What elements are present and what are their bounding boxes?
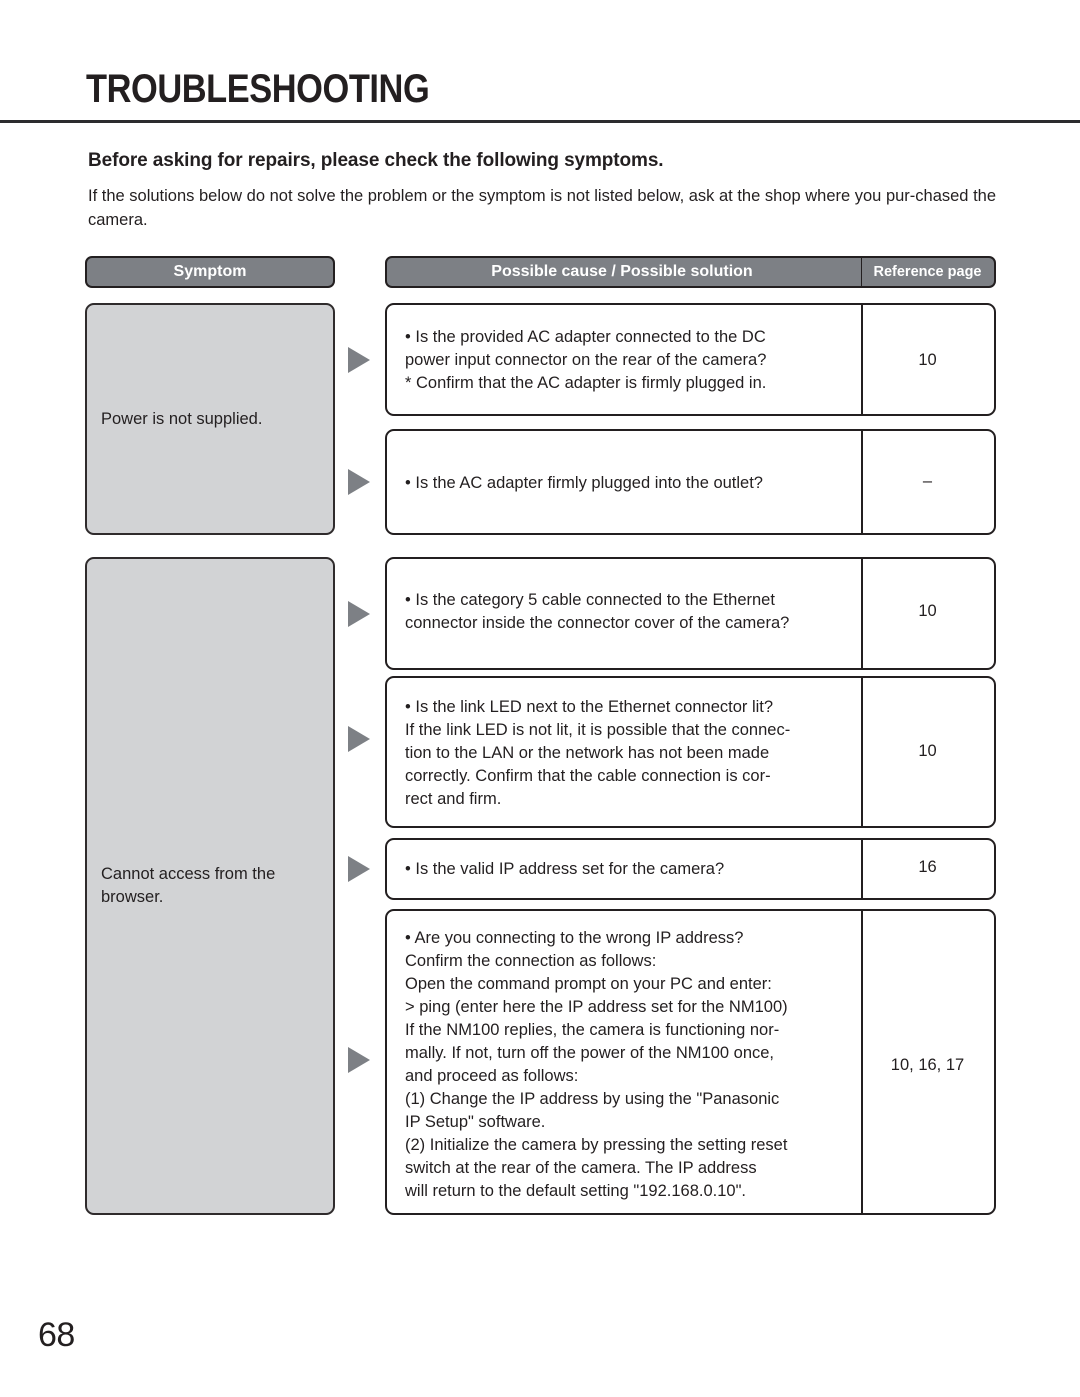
symptom-cell: Power is not supplied.	[85, 303, 335, 535]
table-row: • Is the category 5 cable connected to t…	[385, 557, 996, 670]
symptom-cell-label: Power is not supplied.	[101, 409, 263, 428]
troubleshooting-table: Symptom Possible cause / Possible soluti…	[0, 0, 1080, 1397]
table-header-cause-label: Possible cause / Possible solution	[491, 263, 753, 280]
reference-page: 10, 16, 17	[890, 1056, 965, 1074]
reference-page: 16	[918, 858, 937, 876]
arrow-right-icon	[348, 347, 370, 373]
table-header-cause: Possible cause / Possible solution Refer…	[385, 256, 996, 288]
cause-text: • Are you connecting to the wrong IP add…	[405, 929, 788, 1200]
table-header-symptom: Symptom	[85, 256, 335, 288]
cause-text: • Is the AC adapter firmly plugged into …	[405, 474, 763, 492]
arrow-right-icon	[348, 1047, 370, 1073]
arrow-right-icon	[348, 726, 370, 752]
cause-text: • Is the link LED next to the Ethernet c…	[405, 698, 791, 808]
table-row: • Is the link LED next to the Ethernet c…	[385, 676, 996, 828]
cause-text: • Is the provided AC adapter connected t…	[405, 328, 767, 392]
arrow-right-icon	[348, 601, 370, 627]
table-row: • Is the AC adapter firmly plugged into …	[385, 429, 996, 535]
table-header-reference-label: Reference page	[873, 264, 982, 280]
table-row: • Is the valid IP address set for the ca…	[385, 838, 996, 900]
cause-text: • Is the category 5 cable connected to t…	[405, 591, 790, 632]
table-row: • Are you connecting to the wrong IP add…	[385, 909, 996, 1215]
reference-page: 10	[918, 742, 937, 760]
reference-page: 10	[918, 602, 937, 620]
cause-text: • Is the valid IP address set for the ca…	[405, 860, 725, 878]
table-row: • Is the provided AC adapter connected t…	[385, 303, 996, 416]
symptom-cell-label: Cannot access from the browser.	[101, 865, 276, 906]
page-number: 68	[38, 1316, 75, 1354]
arrow-right-icon	[348, 469, 370, 495]
symptom-cell: Cannot access from the browser.	[85, 557, 335, 1215]
table-header-symptom-label: Symptom	[173, 263, 247, 280]
reference-page: –	[922, 472, 933, 490]
arrow-right-icon	[348, 856, 370, 882]
reference-page: 10	[918, 351, 937, 369]
